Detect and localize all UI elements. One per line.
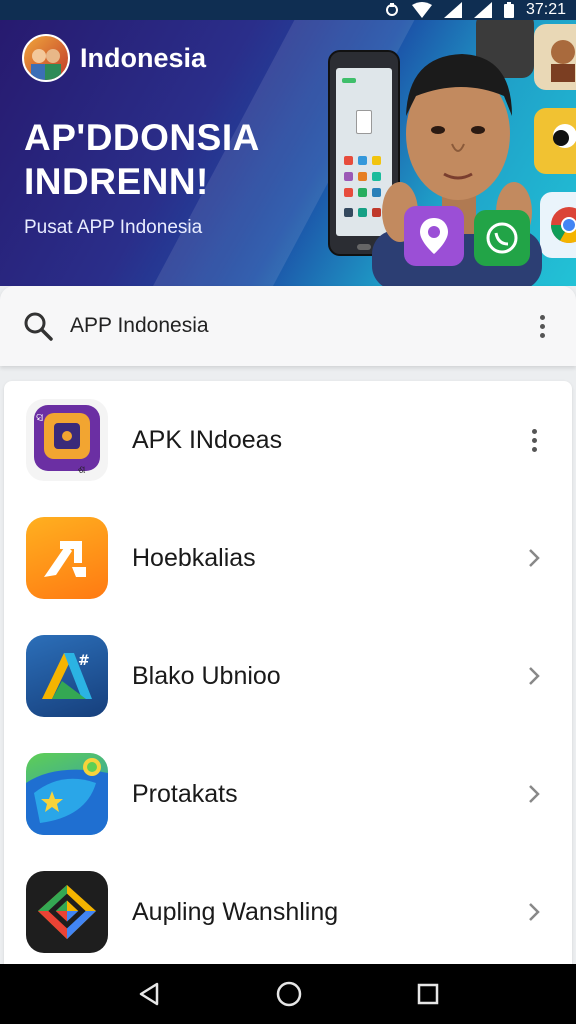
list-item[interactable]: Aupling Wanshling [4,853,572,965]
list-item[interactable]: ସ ଶ APK INdoeas [4,381,572,499]
maps-pin-icon [404,206,464,266]
chrome-icon [540,192,576,258]
svg-text:#: # [78,653,90,669]
signal-icon [443,2,462,18]
hero-banner[interactable]: Indonesia AP'DDONSIA INDRENN! Pusat APP … [0,20,576,286]
app-icon: ସ ଶ [26,399,108,481]
app-name: Hoebkalias [132,543,256,572]
brand-avatar [22,34,70,82]
search-icon[interactable] [22,310,54,342]
search-input[interactable]: APP Indonesia [70,314,530,338]
search-bar[interactable]: APP Indonesia [0,286,576,366]
chevron-right-icon[interactable] [514,774,554,814]
app-name: Aupling Wanshling [132,897,339,926]
list-item[interactable]: Hoebkalias [4,499,572,617]
app-list: ସ ଶ APK INdoeas Hoebkalias # Blako Ubnio… [4,381,572,965]
recents-icon[interactable] [416,982,440,1006]
signal-icon-2 [473,2,492,18]
whatsapp-icon [474,210,530,266]
home-icon[interactable] [275,980,303,1008]
battery-icon [503,2,514,18]
headline-line-2: INDRENN! [24,161,209,202]
chevron-right-icon[interactable] [514,538,554,578]
back-icon[interactable] [136,981,162,1007]
list-item[interactable]: Protakats [4,735,572,853]
app-icon [26,753,108,835]
search-more-vert-icon[interactable] [530,310,554,342]
sync-icon [385,3,398,16]
banner-subtitle: Pusat APP Indonesia [24,217,203,238]
app-icon [26,517,108,599]
brand-name: Indonesia [80,42,207,73]
navigation-bar [0,964,576,1024]
chevron-right-icon[interactable] [514,892,554,932]
status-time: 37:21 [525,1,566,18]
app-name: Protakats [132,779,238,808]
banner-headline: AP'DDONSIA INDRENN! [24,116,324,204]
wifi-icon [411,2,432,18]
app-name: Blako Ubnioo [132,661,281,690]
app-icon [26,871,108,953]
headline-line-1: AP'DDONSIA [24,117,260,158]
app-icon: # [26,635,108,717]
chevron-right-icon[interactable] [514,656,554,696]
more-vert-icon[interactable] [514,420,554,460]
svg-text:ଶ: ଶ [78,465,86,476]
brand: Indonesia [22,34,206,82]
list-item[interactable]: # Blako Ubnioo [4,617,572,735]
status-bar: 37:21 [0,0,576,20]
svg-text:ସ: ସ [36,411,43,424]
app-name: APK INdoeas [132,425,283,454]
